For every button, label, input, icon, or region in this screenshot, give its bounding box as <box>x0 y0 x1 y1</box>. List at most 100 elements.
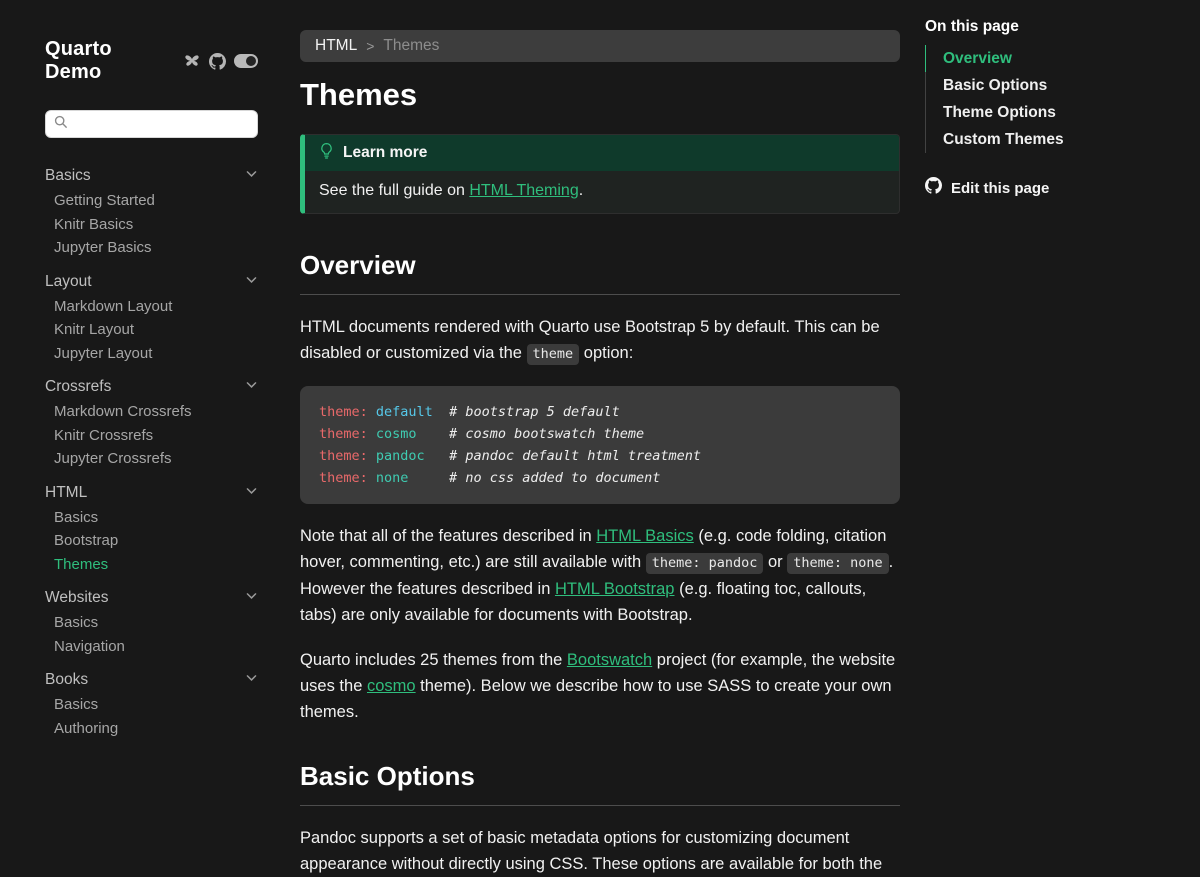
paragraph: Note that all of the features described … <box>300 523 900 628</box>
inline-link[interactable]: HTML Bootstrap <box>555 580 675 598</box>
code-key: theme: <box>319 426 376 442</box>
sidebar-item-jupyter-basics[interactable]: Jupyter Basics <box>45 236 258 260</box>
sidebar-section: Crossrefs Markdown CrossrefsKnitr Crossre… <box>45 375 258 471</box>
toc-list: OverviewBasic OptionsTheme OptionsCustom… <box>925 45 1185 153</box>
code-value: default <box>376 404 433 420</box>
toc-item-theme-options[interactable]: Theme Options <box>925 99 1185 126</box>
sidebar-section-title[interactable]: Websites <box>45 586 258 610</box>
sidebar-item-basics[interactable]: Basics <box>45 506 258 530</box>
chevron-down-icon <box>245 378 258 396</box>
code-value: pandoc <box>376 448 425 464</box>
chevron-down-icon <box>245 671 258 689</box>
sidebar-item-navigation[interactable]: Navigation <box>45 635 258 659</box>
callout-header: Learn more <box>305 135 899 171</box>
sidebar-section-label: Books <box>45 671 88 689</box>
site-title[interactable]: Quarto Demo <box>45 38 171 84</box>
sidebar-section-title[interactable]: Crossrefs <box>45 375 258 399</box>
sidebar-item-markdown-crossrefs[interactable]: Markdown Crossrefs <box>45 400 258 424</box>
section-heading: Overview <box>300 250 900 295</box>
code-comment: # cosmo bootswatch theme <box>417 426 645 442</box>
chevron-down-icon <box>245 167 258 185</box>
code-line: theme: none # no css added to document <box>319 467 881 489</box>
callout-title: Learn more <box>343 144 427 162</box>
learn-more-callout: Learn more See the full guide on HTML Th… <box>300 134 900 214</box>
toc-item-overview[interactable]: Overview <box>925 45 1185 72</box>
sidebar-section-label: Layout <box>45 273 92 291</box>
breadcrumb-parent[interactable]: HTML <box>315 37 357 55</box>
sidebar-section-title[interactable]: Basics <box>45 164 258 188</box>
code-block: theme: default # bootstrap 5 default them… <box>300 386 900 504</box>
butterfly-icon[interactable] <box>183 53 201 69</box>
sidebar-section: Layout Markdown LayoutKnitr LayoutJupyter… <box>45 270 258 366</box>
chevron-down-icon <box>245 273 258 291</box>
sidebar-section-items: BasicsBootstrapThemes <box>45 506 258 577</box>
code-comment: # no css added to document <box>408 470 660 486</box>
sidebar-section-title[interactable]: Books <box>45 668 258 692</box>
page-title: Themes <box>300 77 900 113</box>
search-icon <box>54 115 68 134</box>
sidebar-item-authoring[interactable]: Authoring <box>45 717 258 741</box>
inline-code: theme <box>527 344 580 365</box>
code-key: theme: <box>319 470 376 486</box>
code-line: theme: pandoc # pandoc default html trea… <box>319 445 881 467</box>
edit-this-page-link[interactable]: Edit this page <box>925 177 1185 199</box>
sidebar-section-label: Crossrefs <box>45 378 111 396</box>
sidebar-section: Websites BasicsNavigation <box>45 586 258 658</box>
inline-link[interactable]: HTML Basics <box>596 527 694 545</box>
paragraph: HTML documents rendered with Quarto use … <box>300 314 900 367</box>
breadcrumb: HTML > Themes <box>300 30 900 62</box>
inline-link[interactable]: Bootswatch <box>567 651 652 669</box>
search-box[interactable] <box>45 110 258 138</box>
sidebar-item-jupyter-layout[interactable]: Jupyter Layout <box>45 342 258 366</box>
code-value: none <box>376 470 409 486</box>
github-icon[interactable] <box>209 53 226 70</box>
sidebar-section-items: Getting StartedKnitr BasicsJupyter Basic… <box>45 189 258 260</box>
sidebar-section: Basics Getting StartedKnitr BasicsJupyter… <box>45 164 258 260</box>
sidebar-item-themes[interactable]: Themes <box>45 553 258 577</box>
callout-body: See the full guide on HTML Theming. <box>305 171 899 213</box>
inline-link[interactable]: cosmo <box>367 677 416 695</box>
breadcrumb-current: Themes <box>383 37 439 55</box>
sidebar-section-title[interactable]: Layout <box>45 270 258 294</box>
sidebar-nav: BasicsGetting StartedKnitr BasicsJupyter… <box>45 164 258 740</box>
inline-link[interactable]: HTML Theming <box>469 182 578 199</box>
github-icon <box>925 177 942 199</box>
sidebar-item-knitr-crossrefs[interactable]: Knitr Crossrefs <box>45 424 258 448</box>
code-line: theme: cosmo # cosmo bootswatch theme <box>319 423 881 445</box>
code-comment: # bootstrap 5 default <box>433 404 620 420</box>
paragraph: Pandoc supports a set of basic metadata … <box>300 825 900 877</box>
chevron-down-icon <box>245 484 258 502</box>
sidebar-item-jupyter-crossrefs[interactable]: Jupyter Crossrefs <box>45 447 258 471</box>
toc-item-basic-options[interactable]: Basic Options <box>925 72 1185 99</box>
sidebar-section-title[interactable]: HTML <box>45 481 258 505</box>
search-input[interactable] <box>74 117 249 132</box>
sidebar-item-markdown-layout[interactable]: Markdown Layout <box>45 295 258 319</box>
section-heading: Basic Options <box>300 761 900 806</box>
sidebar-section: Books BasicsAuthoring <box>45 668 258 740</box>
lightbulb-icon <box>319 142 334 164</box>
article-sections: Overview HTML documents rendered with Qua… <box>300 250 900 877</box>
chevron-down-icon <box>245 589 258 607</box>
main-content: HTML > Themes Themes Learn more See the … <box>300 0 900 877</box>
toc-item-custom-themes[interactable]: Custom Themes <box>925 126 1185 153</box>
sidebar-item-bootstrap[interactable]: Bootstrap <box>45 529 258 553</box>
sidebar-section-label: HTML <box>45 484 87 502</box>
sidebar-section-label: Basics <box>45 167 91 185</box>
inline-code: theme: pandoc <box>646 553 764 574</box>
code-key: theme: <box>319 404 376 420</box>
sidebar-item-knitr-basics[interactable]: Knitr Basics <box>45 213 258 237</box>
paragraph: Quarto includes 25 themes from the Boots… <box>300 647 900 725</box>
sidebar-section-items: Markdown LayoutKnitr LayoutJupyter Layou… <box>45 295 258 366</box>
sidebar-item-basics[interactable]: Basics <box>45 611 258 635</box>
sidebar-item-basics[interactable]: Basics <box>45 693 258 717</box>
brand-icons <box>183 53 258 70</box>
code-comment: # pandoc default html treatment <box>425 448 701 464</box>
brand-row: Quarto Demo <box>45 38 258 84</box>
sidebar-section-label: Websites <box>45 589 108 607</box>
inline-code: theme: none <box>787 553 888 574</box>
toc-title: On this page <box>925 18 1185 36</box>
sidebar-item-getting-started[interactable]: Getting Started <box>45 189 258 213</box>
sidebar-item-knitr-layout[interactable]: Knitr Layout <box>45 318 258 342</box>
dark-mode-toggle-icon[interactable] <box>234 54 258 68</box>
sidebar-section: HTML BasicsBootstrapThemes <box>45 481 258 577</box>
